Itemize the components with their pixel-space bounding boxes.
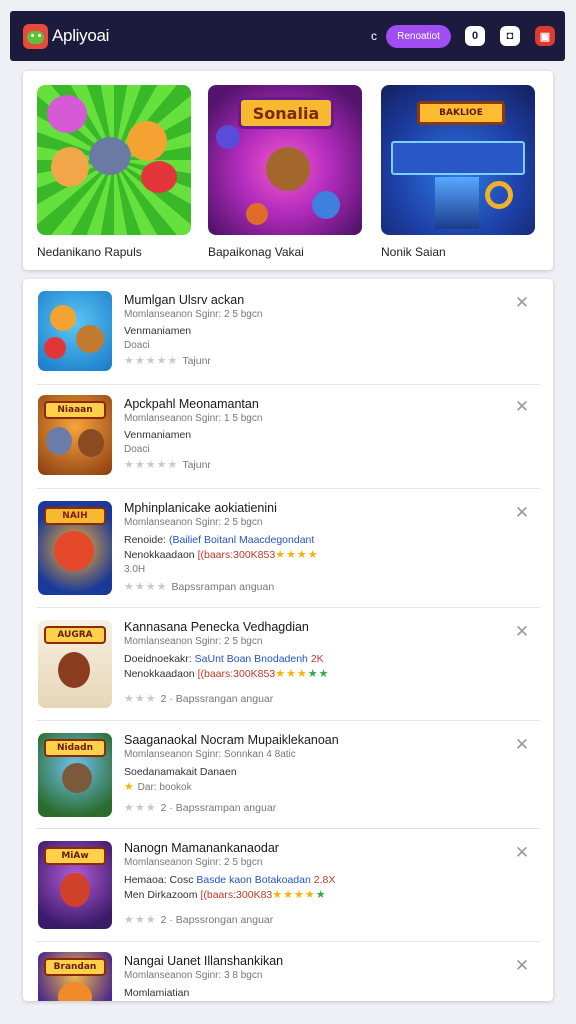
list-item[interactable]: Mumlgan Ulsrv ackan Momlanseanon Sginr: … xyxy=(37,279,540,385)
game-title: Apckpahl Meonamantan xyxy=(124,397,259,411)
featured-panel: Nedanikano Rapuls Sonalia Bapaikonag Vak… xyxy=(23,71,553,270)
close-icon[interactable]: ✕ xyxy=(514,623,530,640)
game-meta: Momlamiatian xyxy=(124,987,190,999)
rating-stars: ★★★★★ Tajunr xyxy=(124,355,211,367)
game-meta: Venmaniamen xyxy=(124,325,192,337)
game-meta: ★ Dar: bookok xyxy=(124,781,192,793)
featured-card[interactable]: BAKLIOE Nonik Saian xyxy=(381,85,535,259)
game-thumb-2-icon: Niaaan xyxy=(38,395,112,475)
game-meta: Hemaoa: Cosc Basde kaon Botakoadan 2.8X xyxy=(124,874,336,886)
rating-stars: ★★★ 2 · Bapssrongan anguar xyxy=(124,914,274,926)
game-title: Nanogn Mamanankanaodar xyxy=(124,841,279,855)
app-header: Apliyoai c Renoatiot 0 ◘ ▣ xyxy=(10,11,565,61)
featured-caption: Bapaikonag Vakai xyxy=(208,245,304,259)
game-subtitle: Momlanseanon Sginr: 1 5 bgcn xyxy=(124,413,263,424)
game-meta: Doeidnoekakr: SaUnt Boan Bnodadenh 2K xyxy=(124,653,324,665)
close-icon[interactable]: ✕ xyxy=(514,398,530,415)
close-icon[interactable]: ✕ xyxy=(514,294,530,311)
game-meta: Nenokkaadaon [(baars:300K853★★★★★ xyxy=(124,668,330,680)
sonalia-hero-art-icon: Sonalia xyxy=(208,85,362,235)
list-item[interactable]: AUGRA Kannasana Penecka Vedhagdian Momla… xyxy=(37,608,540,721)
list-item[interactable]: Brandan Nangai Uanet Illanshankikan Moml… xyxy=(37,942,540,1001)
list-item[interactable]: MiAw Nanogn Mamanankanaodar Momlanseanon… xyxy=(37,829,540,942)
game-subtitle: Momlanseanon Sginr: 2 5 bgcn xyxy=(124,517,263,528)
messages-button[interactable]: ◘ xyxy=(500,26,520,46)
game-title: Mphinplanicake aokiatienini xyxy=(124,501,277,515)
rating-label: Tajunr xyxy=(182,355,211,367)
neon-arcade-art-icon: BAKLIOE xyxy=(381,85,535,235)
game-title: Saaganaokal Nocram Mupaiklekanoan xyxy=(124,733,339,747)
featured-caption: Nonik Saian xyxy=(381,245,446,259)
rating-stars: ★★★ 2 · Bapssrampan anguar xyxy=(124,802,277,814)
game-thumb-6-icon: MiAw xyxy=(38,841,112,929)
close-icon[interactable]: ✕ xyxy=(514,736,530,753)
rating-stars: ★★★★★ Tajunr xyxy=(124,459,211,471)
game-subtitle: Momlanseanon Sginr: Sonnkan 4 8atic xyxy=(124,749,296,760)
game-title: Mumlgan Ulsrv ackan xyxy=(124,293,245,307)
game-meta: Venmaniamen xyxy=(124,429,192,441)
game-meta: Doaci xyxy=(124,340,150,351)
game-list: Mumlgan Ulsrv ackan Momlanseanon Sginr: … xyxy=(23,279,553,1001)
animal-friends-art-icon xyxy=(37,85,191,235)
rating-stars: ★★★ 2 · Bapssrangan anguar xyxy=(124,693,274,705)
featured-card[interactable]: Sonalia Bapaikonag Vakai xyxy=(208,85,362,259)
rating-stars: ★★★★ Bapssrampan anguan xyxy=(124,581,275,593)
header-indicator: c xyxy=(371,29,377,43)
game-meta: Nenokkaadaon [(baars:300K853★★★★ xyxy=(124,549,319,561)
game-meta: 3.0H xyxy=(124,564,146,575)
rating-label: Bapssrampan anguan xyxy=(171,581,275,593)
app-title: Apliyoai xyxy=(52,26,110,45)
game-meta: Soedanamakait Danaen xyxy=(124,766,237,778)
close-icon[interactable]: ✕ xyxy=(514,504,530,521)
rating-label: 2 · Bapssrongan anguar xyxy=(160,914,274,926)
list-item[interactable]: Nidadn Saaganaokal Nocram Mupaiklekanoan… xyxy=(37,721,540,829)
notification-button[interactable]: 0 xyxy=(465,26,485,46)
rating-label: 2 · Bapssrangan anguar xyxy=(160,693,274,705)
game-subtitle: Momlanseanon Sginr: 2 5 bgcn xyxy=(124,857,263,868)
game-subtitle: Momlanseanon Sginr: 2 5 bgcn xyxy=(124,636,263,647)
game-thumb-4-icon: AUGRA xyxy=(38,620,112,708)
rating-label: 2 · Bapssrampan anguar xyxy=(160,802,277,814)
game-title: Kannasana Penecka Vedhagdian xyxy=(124,620,309,634)
list-item[interactable]: Niaaan Apckpahl Meonamantan Momlanseanon… xyxy=(37,385,540,489)
featured-caption: Nedanikano Rapuls xyxy=(37,245,142,259)
game-thumb-3-icon: NAIH xyxy=(38,501,112,595)
close-icon[interactable]: ✕ xyxy=(514,844,530,861)
game-thumb-5-icon: Nidadn xyxy=(38,733,112,817)
game-subtitle: Momlanseanon Sginr: 2 5 bgcn xyxy=(124,309,263,320)
app-logo-icon[interactable] xyxy=(23,23,48,49)
featured-card[interactable]: Nedanikano Rapuls xyxy=(37,85,191,259)
profile-button[interactable]: ▣ xyxy=(535,26,555,46)
close-icon[interactable]: ✕ xyxy=(514,957,530,974)
game-subtitle: Momlanseanon Sginr: 3 8 bgcn xyxy=(124,970,263,981)
list-item[interactable]: NAIH Mphinplanicake aokiatienini Momlans… xyxy=(37,489,540,608)
game-title: Nangai Uanet Illanshankikan xyxy=(124,954,284,968)
game-meta: Doaci xyxy=(124,444,150,455)
header-pill-button[interactable]: Renoatiot xyxy=(386,24,451,48)
game-thumb-1-icon xyxy=(38,291,112,371)
game-thumb-7-icon: Brandan xyxy=(38,952,112,1001)
game-meta: Men Dirkazoom [(baars:300K83★★★★★ xyxy=(124,889,327,901)
game-meta: Renoide: (Bailief Boitanl Maacdegondant xyxy=(124,534,315,546)
rating-label: Tajunr xyxy=(182,459,211,471)
